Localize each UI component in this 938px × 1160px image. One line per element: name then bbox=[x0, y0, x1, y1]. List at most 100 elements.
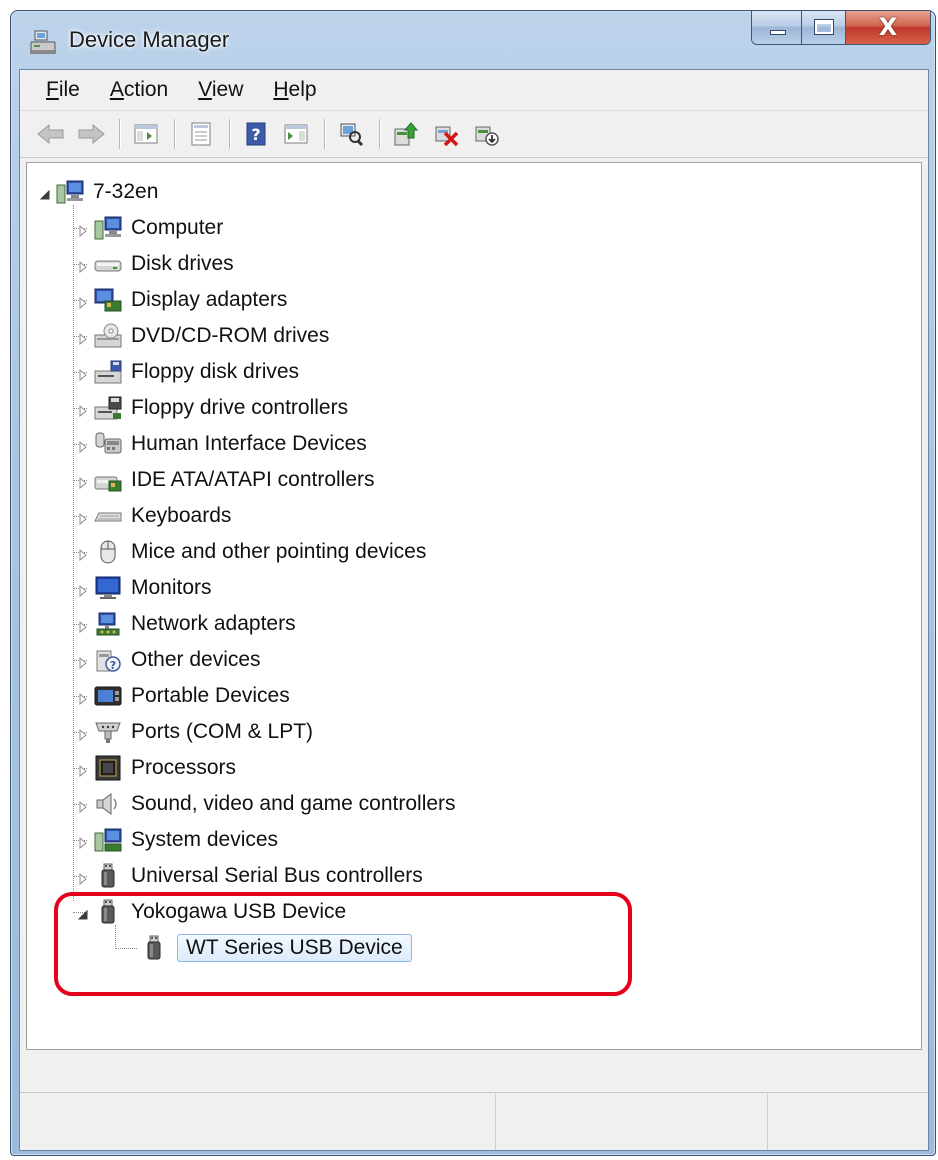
tree-item-label: Disk drives bbox=[131, 252, 234, 275]
expand-arrow-icon[interactable] bbox=[77, 762, 89, 778]
expand-arrow-icon[interactable] bbox=[77, 690, 89, 706]
tree-item-sound-video-and-game-controllers[interactable]: Sound, video and game controllers bbox=[77, 787, 456, 821]
scan-hardware-button[interactable] bbox=[332, 115, 370, 153]
status-segment bbox=[496, 1093, 768, 1150]
tree-item-label: Sound, video and game controllers bbox=[131, 792, 456, 815]
title-bar[interactable]: Device Manager X bbox=[11, 11, 935, 71]
floppy-drive-icon bbox=[93, 359, 123, 385]
tree-item-label: Ports (COM & LPT) bbox=[131, 720, 314, 743]
menu-file[interactable]: File bbox=[46, 78, 80, 102]
svg-text:?: ? bbox=[251, 125, 260, 144]
port-icon bbox=[93, 719, 123, 745]
tree-item-disk-drives[interactable]: Disk drives bbox=[77, 247, 234, 281]
scan-hardware-icon bbox=[340, 123, 364, 147]
disable-device-button[interactable] bbox=[467, 115, 505, 153]
expand-arrow-icon[interactable] bbox=[77, 366, 89, 382]
tree-item-network-adapters[interactable]: Network adapters bbox=[77, 607, 296, 641]
tree-item-processors[interactable]: Processors bbox=[77, 751, 236, 785]
expand-arrow-icon[interactable] bbox=[77, 726, 89, 742]
tree-item-mice-and-other-pointing-devices[interactable]: Mice and other pointing devices bbox=[77, 535, 426, 569]
tree-item-ports-com-lpt[interactable]: Ports (COM & LPT) bbox=[77, 715, 313, 749]
tree-item-label: Human Interface Devices bbox=[131, 432, 367, 455]
back-button[interactable] bbox=[32, 115, 70, 153]
keyboard-icon bbox=[93, 503, 123, 529]
toolbar-separator bbox=[324, 119, 325, 149]
tree-item-dvd-cd-rom-drives[interactable]: DVD/CD-ROM drives bbox=[77, 319, 329, 353]
forward-button[interactable] bbox=[72, 115, 110, 153]
svg-text:?: ? bbox=[110, 659, 116, 672]
menu-action-accesskey: A bbox=[109, 78, 124, 101]
expand-arrow-icon[interactable] bbox=[77, 546, 89, 562]
close-icon: X bbox=[878, 13, 898, 41]
show-hide-console-tree-button[interactable] bbox=[127, 115, 165, 153]
device-manager-icon bbox=[29, 29, 59, 55]
tree-item-floppy-drive-controllers[interactable]: Floppy drive controllers bbox=[77, 391, 348, 425]
tree-item-label: Other devices bbox=[131, 648, 261, 671]
disk-drive-icon bbox=[93, 251, 123, 277]
properties-button[interactable] bbox=[182, 115, 220, 153]
tree-connector-line bbox=[73, 205, 74, 901]
close-button[interactable]: X bbox=[846, 11, 930, 44]
expand-arrow-icon[interactable] bbox=[77, 798, 89, 814]
system-device-icon bbox=[93, 827, 123, 853]
menu-view-label: iew bbox=[211, 78, 244, 101]
processor-icon bbox=[93, 755, 123, 781]
show-hide-console-tree-icon bbox=[134, 124, 158, 144]
tree-item-portable-devices[interactable]: Portable Devices bbox=[77, 679, 290, 713]
expand-arrow-icon[interactable] bbox=[77, 474, 89, 490]
minimize-icon bbox=[770, 30, 786, 35]
tree-item-computer[interactable]: Computer bbox=[77, 211, 223, 245]
expand-arrow-icon[interactable] bbox=[77, 870, 89, 886]
tree-item-system-devices[interactable]: System devices bbox=[77, 823, 278, 857]
collapse-arrow-icon[interactable] bbox=[39, 186, 51, 200]
status-segment bbox=[768, 1093, 928, 1150]
tree-item-keyboards[interactable]: Keyboards bbox=[77, 499, 231, 533]
maximize-icon bbox=[815, 20, 833, 34]
update-driver-button[interactable] bbox=[387, 115, 425, 153]
menu-view[interactable]: View bbox=[198, 78, 243, 102]
expand-arrow-icon[interactable] bbox=[77, 258, 89, 274]
expand-arrow-icon[interactable] bbox=[77, 402, 89, 418]
expand-arrow-icon[interactable] bbox=[77, 654, 89, 670]
menu-help[interactable]: Help bbox=[273, 78, 316, 102]
tree-item-label: Portable Devices bbox=[131, 684, 290, 707]
expand-arrow-icon[interactable] bbox=[77, 294, 89, 310]
computer-icon bbox=[93, 215, 123, 241]
tree-item-ide-ata-atapi-controllers[interactable]: IDE ATA/ATAPI controllers bbox=[77, 463, 375, 497]
display-adapter-icon bbox=[93, 287, 123, 313]
forward-icon bbox=[78, 123, 105, 145]
tree-item-label: Keyboards bbox=[131, 504, 232, 527]
action-pane-button[interactable] bbox=[277, 115, 315, 153]
tree-item-display-adapters[interactable]: Display adapters bbox=[77, 283, 287, 317]
hid-icon bbox=[93, 431, 123, 457]
ide-controller-icon bbox=[93, 467, 123, 493]
tree-item-label: 7-32en bbox=[93, 180, 159, 203]
expand-arrow-icon[interactable] bbox=[77, 618, 89, 634]
menu-file-label: ile bbox=[58, 78, 80, 101]
tree-item-monitors[interactable]: Monitors bbox=[77, 571, 212, 605]
tree-root-computer[interactable]: 7-32en bbox=[39, 175, 158, 209]
menu-help-accesskey: H bbox=[273, 78, 289, 101]
uninstall-icon bbox=[435, 126, 459, 147]
properties-icon bbox=[191, 122, 211, 146]
highlight-box bbox=[54, 892, 632, 996]
uninstall-button[interactable] bbox=[427, 115, 465, 153]
tree-item-other-devices[interactable]: ? Other devices bbox=[77, 643, 261, 677]
expand-arrow-icon[interactable] bbox=[77, 510, 89, 526]
expand-arrow-icon[interactable] bbox=[77, 222, 89, 238]
network-adapter-icon bbox=[93, 611, 123, 637]
maximize-button[interactable] bbox=[802, 11, 846, 44]
help-button[interactable]: ? bbox=[237, 115, 275, 153]
expand-arrow-icon[interactable] bbox=[77, 582, 89, 598]
expand-arrow-icon[interactable] bbox=[77, 438, 89, 454]
expand-arrow-icon[interactable] bbox=[77, 834, 89, 850]
tree-item-universal-serial-bus-controllers[interactable]: Universal Serial Bus controllers bbox=[77, 859, 423, 893]
computer-icon bbox=[55, 179, 85, 205]
tree-item-label: Processors bbox=[131, 756, 237, 779]
minimize-button[interactable] bbox=[752, 11, 802, 44]
menu-action[interactable]: Action bbox=[110, 78, 168, 102]
expand-arrow-icon[interactable] bbox=[77, 330, 89, 346]
tree-item-human-interface-devices[interactable]: Human Interface Devices bbox=[77, 427, 367, 461]
toolbar-separator bbox=[379, 119, 380, 149]
tree-item-floppy-disk-drives[interactable]: Floppy disk drives bbox=[77, 355, 299, 389]
